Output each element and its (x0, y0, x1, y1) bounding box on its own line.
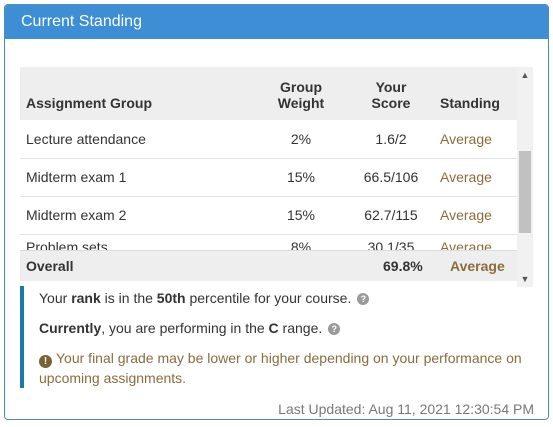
column-header-group-weight: Group Weight (277, 79, 325, 111)
table-row: Lecture attendance 2% 1.6/2 Average (20, 120, 518, 159)
question-circle-icon[interactable]: ? (328, 323, 341, 336)
question-circle-icon[interactable]: ? (357, 293, 370, 306)
performance-text: Currently, you are performing in the C r… (39, 318, 341, 338)
row-group: Midterm exam 2 (20, 196, 256, 235)
row-standing: Average (436, 196, 518, 235)
grade-warning: ! Your final grade may be lower or higher… (39, 350, 522, 386)
table-row: Midterm exam 2 15% 62.7/115 Average (20, 196, 518, 235)
row-weight: 15% (256, 158, 346, 197)
column-header-assignment-group: Assignment Group (26, 95, 153, 111)
row-standing: Average (436, 158, 518, 197)
exclamation-circle-icon: ! (39, 355, 52, 368)
panel-title: Current Standing (5, 5, 548, 39)
overall-row: Overall 69.8% Average (20, 250, 518, 281)
row-score: 62.7/115 (346, 196, 436, 235)
row-standing: Average (436, 120, 518, 159)
row-score: 66.5/106 (346, 158, 436, 197)
table-row: Midterm exam 1 15% 66.5/106 Average (20, 158, 518, 197)
column-header-your-score: Your Score (371, 79, 411, 111)
overall-score: 69.8% (383, 258, 423, 274)
row-group: Lecture attendance (20, 120, 256, 159)
overall-label: Overall (26, 258, 74, 274)
row-weight: 15% (256, 196, 346, 235)
scroll-down-arrow-icon[interactable]: ▼ (517, 271, 533, 287)
row-weight: 2% (256, 120, 346, 159)
rank-text: Your rank is in the 50th percentile for … (39, 288, 370, 308)
table-header-row: Assignment Group Group Weight Your Score S… (20, 67, 518, 120)
scroll-up-arrow-icon[interactable]: ▲ (517, 67, 533, 83)
column-header-standing: Standing (440, 95, 500, 111)
row-group: Midterm exam 1 (20, 158, 256, 197)
standing-info: Your rank is in the 50th percentile for … (20, 286, 539, 388)
last-updated-text: Last Updated: Aug 11, 2021 12:30:54 PM (278, 401, 534, 417)
current-standing-panel: Current Standing Assignment Group Group W… (4, 4, 549, 420)
scrollbar-thumb[interactable] (519, 151, 531, 233)
overall-standing: Average (450, 258, 505, 274)
row-score: 1.6/2 (346, 120, 436, 159)
table-scrollbar[interactable]: ▲ ▼ (517, 67, 533, 287)
standing-table: Assignment Group Group Weight Your Score S… (20, 67, 518, 255)
